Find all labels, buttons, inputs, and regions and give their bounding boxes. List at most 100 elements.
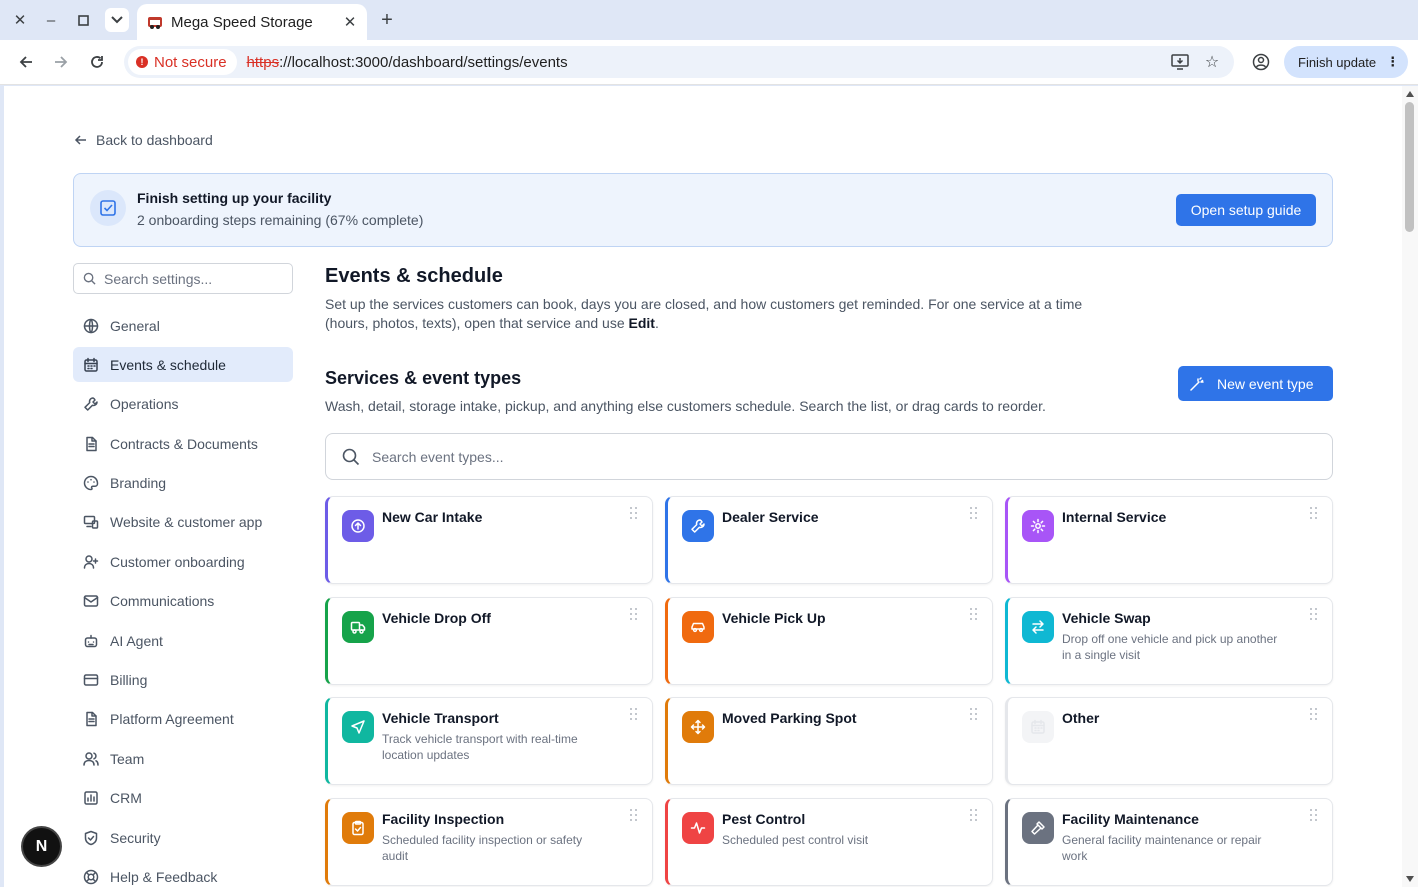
drag-handle-icon[interactable] [630,608,638,620]
window-maximize-icon[interactable] [71,8,95,32]
event-type-card[interactable]: Facility Maintenance General facility mai… [1005,798,1333,886]
event-type-icon [342,812,374,844]
dev-tools-badge[interactable]: N [23,828,60,865]
event-type-card[interactable]: Other [1005,697,1333,785]
drag-handle-icon[interactable] [630,507,638,519]
event-type-title: Other [1062,710,1100,726]
sidebar-item-communications[interactable]: Communications [73,584,293,619]
sidebar-item-customer-onboarding[interactable]: Customer onboarding [73,544,293,579]
sidebar-item-operations[interactable]: Operations [73,387,293,422]
event-type-card[interactable]: Vehicle Swap Drop off one vehicle and pic… [1005,597,1333,685]
event-type-search[interactable] [325,433,1333,480]
scroll-down-icon[interactable] [1406,876,1414,882]
drag-handle-icon[interactable] [630,708,638,720]
tab-close-icon[interactable]: ✕ [341,13,359,31]
gear-icon [1030,518,1046,534]
sidebar-item-contracts-documents[interactable]: Contracts & Documents [73,426,293,461]
event-type-icon [342,611,374,643]
event-type-card[interactable]: New Car Intake [325,496,653,584]
sidebar-item-security[interactable]: Security [73,820,293,855]
sidebar-item-branding[interactable]: Branding [73,466,293,501]
event-type-card[interactable]: Facility Inspection Scheduled facility in… [325,798,653,886]
profile-icon[interactable] [1249,50,1273,74]
swap-icon [1032,620,1044,634]
event-type-card[interactable]: Vehicle Drop Off [325,597,653,685]
event-type-card[interactable]: Vehicle Transport Track vehicle transport… [325,697,653,785]
drag-handle-icon[interactable] [1310,507,1318,519]
sidebar-item-help-feedback[interactable]: Help & Feedback [73,859,293,887]
drag-handle-icon[interactable] [630,809,638,821]
event-type-icon [1022,611,1054,643]
event-type-icon [342,510,374,542]
sidebar-item-label: Team [110,750,145,767]
page-description: Set up the services customers can book, … [325,296,1083,331]
section-title: Services & event types [325,368,522,388]
page-scrollbar[interactable] [1402,86,1418,887]
sidebar-item-label: Platform Agreement [110,711,234,728]
sidebar-item-billing[interactable]: Billing [73,663,293,698]
navigation-icon [351,720,365,734]
new-tab-icon[interactable]: + [375,8,399,32]
tab-search-icon[interactable] [105,8,129,32]
back-arrow-icon[interactable] [14,50,38,74]
move-icon [690,719,706,735]
event-type-title: Pest Control [722,811,806,827]
new-event-type-button[interactable]: New event type [1178,366,1333,401]
settings-search-input[interactable] [104,270,274,287]
drag-handle-icon[interactable] [970,608,978,620]
sidebar-item-label: General [110,317,160,334]
sidebar-item-platform-agreement[interactable]: Platform Agreement [73,702,293,737]
address-bar[interactable]: ! Not secure https://localhost:3000/dash… [124,46,1234,78]
scroll-thumb[interactable] [1405,102,1414,232]
url-text: https://localhost:3000/dashboard/setting… [246,53,568,71]
drag-handle-icon[interactable] [1310,809,1318,821]
event-type-icon [682,812,714,844]
event-type-card[interactable]: Dealer Service [665,496,993,584]
sidebar-item-team[interactable]: Team [73,741,293,776]
sidebar-item-website-customer-app[interactable]: Website & customer app [73,505,293,540]
window-close-icon[interactable]: ✕ [8,8,32,32]
event-type-card[interactable]: Vehicle Pick Up [665,597,993,685]
security-chip[interactable]: ! Not secure [128,49,237,75]
event-type-icon [342,711,374,743]
page-viewport: Back to dashboard Finish setting up your… [4,86,1402,887]
sidebar-item-label: Customer onboarding [110,553,245,570]
back-link-label: Back to dashboard [96,132,213,148]
scroll-up-icon[interactable] [1406,91,1414,97]
reload-icon[interactable] [85,50,109,74]
sidebar-item-ai-agent[interactable]: AI Agent [73,623,293,658]
settings-search[interactable] [73,263,293,294]
back-to-dashboard-link[interactable]: Back to dashboard [74,132,213,148]
event-type-card[interactable]: Internal Service [1005,496,1333,584]
event-type-icon [1022,510,1054,542]
bookmark-star-icon[interactable]: ☆ [1200,50,1224,74]
event-type-card[interactable]: Pest Control Scheduled pest control visit [665,798,993,886]
sidebar-item-crm[interactable]: CRM [73,781,293,816]
event-type-card[interactable]: Moved Parking Spot [665,697,993,785]
setup-banner: Finish setting up your facility 2 onboar… [73,173,1333,247]
install-app-icon[interactable] [1168,50,1192,74]
site-favicon-icon [148,17,162,29]
forward-arrow-icon[interactable] [49,50,73,74]
arrow-up-circle-icon [351,519,365,533]
tab-title: Mega Speed Storage [171,13,313,31]
event-type-title: Facility Maintenance [1062,811,1199,827]
magic-wand-icon [1190,376,1204,391]
drag-handle-icon[interactable] [970,507,978,519]
credit-card-icon [83,674,99,686]
browser-tab[interactable]: Mega Speed Storage ✕ [137,4,367,40]
sidebar-item-general[interactable]: General [73,308,293,343]
drag-handle-icon[interactable] [1310,608,1318,620]
event-type-icon [682,510,714,542]
finish-update-button[interactable]: Finish update ⋮ [1284,46,1408,78]
drag-handle-icon[interactable] [970,708,978,720]
window-minimize-icon[interactable]: – [39,8,63,32]
sidebar-item-label: Operations [110,396,179,413]
sidebar-item-events-schedule[interactable]: Events & schedule [73,347,293,383]
drag-handle-icon[interactable] [1310,708,1318,720]
drag-handle-icon[interactable] [970,809,978,821]
event-type-search-input[interactable] [372,448,1272,465]
open-setup-guide-button[interactable]: Open setup guide [1176,194,1316,226]
mail-icon [83,595,99,607]
kebab-menu-icon: ⋮ [1386,54,1400,69]
